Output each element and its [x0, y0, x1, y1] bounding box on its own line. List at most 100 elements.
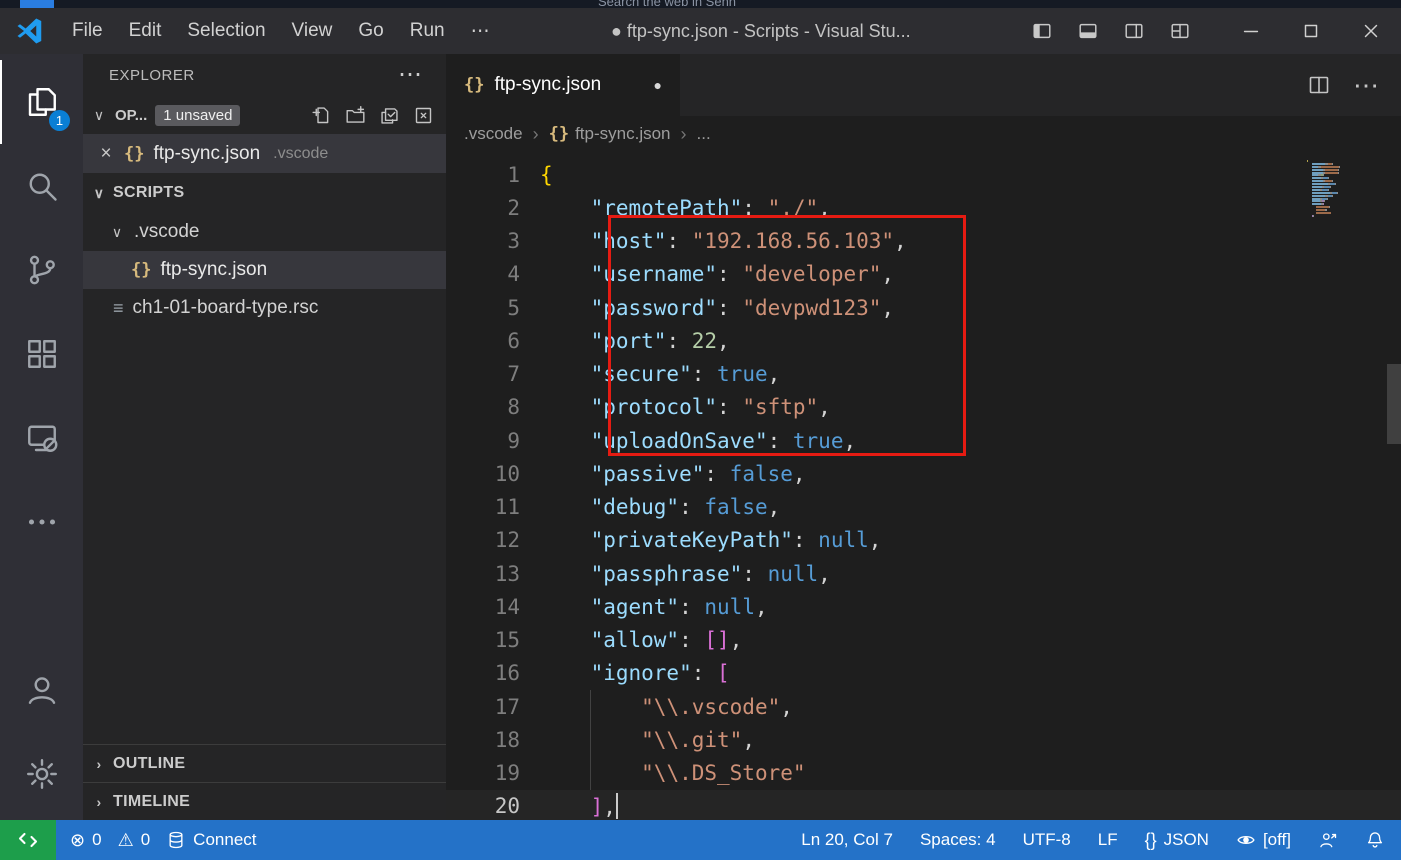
- maximize-button[interactable]: [1281, 8, 1341, 54]
- toggle-panel-icon[interactable]: [1077, 20, 1099, 42]
- minimize-button[interactable]: [1221, 8, 1281, 54]
- timeline-label: TIMELINE: [113, 793, 190, 811]
- code-line-12[interactable]: 12 "privateKeyPath": null,: [446, 524, 1401, 557]
- menu-more[interactable]: ⋯: [458, 20, 503, 43]
- code-line-20[interactable]: 20 ],: [446, 790, 1401, 820]
- close-editor-icon[interactable]: ×: [97, 143, 115, 165]
- section-outline[interactable]: › OUTLINE: [83, 744, 446, 782]
- connect-button[interactable]: Connect: [166, 830, 256, 850]
- line-number: 5: [446, 296, 520, 320]
- extensions-icon: [24, 336, 60, 372]
- toggle-sidebar-icon[interactable]: [1031, 20, 1053, 42]
- scrollbar[interactable]: [1387, 364, 1401, 444]
- tab-ftp-sync-json[interactable]: {} ftp-sync.json ●: [446, 54, 680, 116]
- background-partial-text: Search the web in Senn: [598, 0, 736, 8]
- code-line-14[interactable]: 14 "agent": null,: [446, 590, 1401, 623]
- section-scripts[interactable]: ∨ SCRIPTS: [83, 173, 446, 213]
- background-window-strip: Search the web in Senn: [0, 0, 1401, 8]
- code-line-5[interactable]: 5 "password": "devpwd123",: [446, 291, 1401, 324]
- connect-icon: [166, 830, 186, 850]
- problems-warnings[interactable]: ⚠0: [118, 830, 151, 851]
- breadcrumb-item[interactable]: .vscode: [464, 124, 523, 144]
- file-icon: ≡: [113, 298, 124, 319]
- activity-explorer[interactable]: 1: [0, 60, 83, 144]
- breadcrumb-separator-icon: ›: [533, 124, 539, 145]
- breadcrumb-item[interactable]: ...: [697, 124, 711, 144]
- file-label: ch1-01-board-type.rsc: [133, 297, 319, 319]
- menu-edit[interactable]: Edit: [116, 20, 175, 42]
- close-all-editors-icon[interactable]: [413, 105, 434, 126]
- code-line-6[interactable]: 6 "port": 22,: [446, 324, 1401, 357]
- code-line-9[interactable]: 9 "uploadOnSave": true,: [446, 424, 1401, 457]
- activity-bar: 1: [0, 54, 83, 820]
- code-line-2[interactable]: 2 "remotePath": "./",: [446, 191, 1401, 224]
- open-editors-header[interactable]: ∨ OP... 1 unsaved: [83, 96, 446, 134]
- activity-more[interactable]: [0, 480, 83, 564]
- code-line-3[interactable]: 3 "host": "192.168.56.103",: [446, 225, 1401, 258]
- cursor-position[interactable]: Ln 20, Col 7: [801, 830, 893, 850]
- eol-indicator[interactable]: LF: [1098, 830, 1118, 850]
- problems-errors[interactable]: ⊗0: [70, 830, 102, 851]
- activity-accounts[interactable]: [0, 648, 83, 732]
- code-line-10[interactable]: 10 "passive": false,: [446, 457, 1401, 490]
- activity-source-control[interactable]: [0, 228, 83, 312]
- indentation[interactable]: Spaces: 4: [920, 830, 996, 850]
- file-label: ftp-sync.json: [160, 259, 267, 281]
- breadcrumb-item[interactable]: {}ftp-sync.json: [549, 124, 671, 144]
- code-line-11[interactable]: 11 "debug": false,: [446, 491, 1401, 524]
- modified-indicator[interactable]: ●: [654, 77, 662, 93]
- tree-item-ftp-sync-json[interactable]: {} ftp-sync.json: [83, 251, 446, 289]
- tree-item-vscode-folder[interactable]: ∨ .vscode: [83, 213, 446, 251]
- menu-selection[interactable]: Selection: [174, 20, 278, 42]
- activity-remote-explorer[interactable]: [0, 396, 83, 480]
- encoding[interactable]: UTF-8: [1023, 830, 1071, 850]
- editor-group: {} ftp-sync.json ● ⋯ .vscode › {}ftp-sync.…: [446, 54, 1401, 820]
- code-line-8[interactable]: 8 "protocol": "sftp",: [446, 391, 1401, 424]
- activity-settings[interactable]: [0, 732, 83, 816]
- project-section-label: SCRIPTS: [113, 184, 184, 202]
- code-line-15[interactable]: 15 "allow": [],: [446, 624, 1401, 657]
- activity-search[interactable]: [0, 144, 83, 228]
- new-folder-icon[interactable]: [345, 105, 366, 126]
- toggle-secondary-sidebar-icon[interactable]: [1123, 20, 1145, 42]
- open-editors-label: OP...: [115, 107, 147, 124]
- status-bar: ⊗0 ⚠0 Connect Ln 20, Col 7 Spaces: 4 UTF-8 LF…: [0, 820, 1401, 860]
- customize-layout-icon[interactable]: [1169, 20, 1191, 42]
- notifications[interactable]: [1365, 830, 1385, 850]
- open-editor-item[interactable]: × {} ftp-sync.json .vscode: [83, 134, 446, 173]
- close-button[interactable]: [1341, 8, 1401, 54]
- code-line-4[interactable]: 4 "username": "developer",: [446, 258, 1401, 291]
- editor-more-icon[interactable]: ⋯: [1353, 72, 1379, 98]
- ftp-sync-status[interactable]: [off]: [1236, 830, 1291, 850]
- tree-item-rsc-file[interactable]: ≡ ch1-01-board-type.rsc: [83, 289, 446, 327]
- minimap[interactable]: [1307, 160, 1383, 218]
- menu-view[interactable]: View: [279, 20, 346, 42]
- chevron-down-icon: ∨: [109, 224, 125, 241]
- line-number: 10: [446, 462, 520, 486]
- remote-window-icon: [16, 828, 40, 852]
- line-number: 4: [446, 262, 520, 286]
- json-file-icon: {}: [549, 124, 569, 144]
- activity-extensions[interactable]: [0, 312, 83, 396]
- code-line-1[interactable]: 1{: [446, 158, 1401, 191]
- more-icon: [24, 504, 60, 540]
- save-all-icon[interactable]: [379, 105, 400, 126]
- menu-file[interactable]: File: [59, 20, 116, 42]
- code-line-16[interactable]: 16 "ignore": [: [446, 657, 1401, 690]
- line-number: 6: [446, 329, 520, 353]
- remote-indicator[interactable]: [0, 820, 56, 860]
- menu-go[interactable]: Go: [345, 20, 396, 42]
- new-file-icon[interactable]: [311, 105, 332, 126]
- code-editor[interactable]: 1{2 "remotePath": "./",3 "host": "192.16…: [446, 152, 1401, 820]
- code-line-7[interactable]: 7 "secure": true,: [446, 358, 1401, 391]
- section-timeline[interactable]: › TIMELINE: [83, 782, 446, 820]
- chevron-right-icon: ›: [91, 756, 107, 772]
- language-mode[interactable]: {}JSON: [1145, 830, 1209, 851]
- eye-icon: [1236, 830, 1256, 850]
- menu-run[interactable]: Run: [397, 20, 458, 42]
- sidebar-more-icon[interactable]: ⋯: [398, 63, 422, 87]
- vscode-logo-icon: [15, 16, 45, 46]
- split-editor-icon[interactable]: [1307, 73, 1331, 97]
- feedback[interactable]: [1318, 830, 1338, 850]
- code-line-13[interactable]: 13 "passphrase": null,: [446, 557, 1401, 590]
